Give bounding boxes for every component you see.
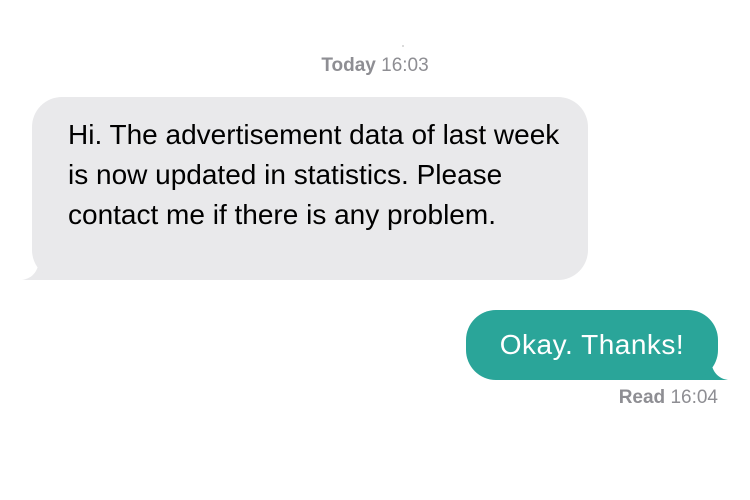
outgoing-message[interactable]: Okay. Thanks!: [466, 310, 728, 380]
read-status: Read: [618, 387, 666, 408]
read-receipt: Read 16:04: [619, 387, 718, 409]
divider-dot: [402, 45, 404, 47]
timestamp-time: 16:03: [381, 55, 429, 76]
timestamp-day: Today: [321, 55, 376, 76]
outgoing-message-bubble[interactable]: Okay. Thanks!: [466, 310, 718, 380]
read-time: 16:04: [670, 387, 718, 408]
message-thread: Today 16:03 Hi. The advertisement data o…: [0, 0, 750, 500]
conversation-timestamp: Today 16:03: [0, 55, 750, 77]
incoming-message[interactable]: Hi. The advertisement data of last week …: [22, 97, 588, 280]
incoming-message-bubble[interactable]: Hi. The advertisement data of last week …: [32, 97, 588, 280]
